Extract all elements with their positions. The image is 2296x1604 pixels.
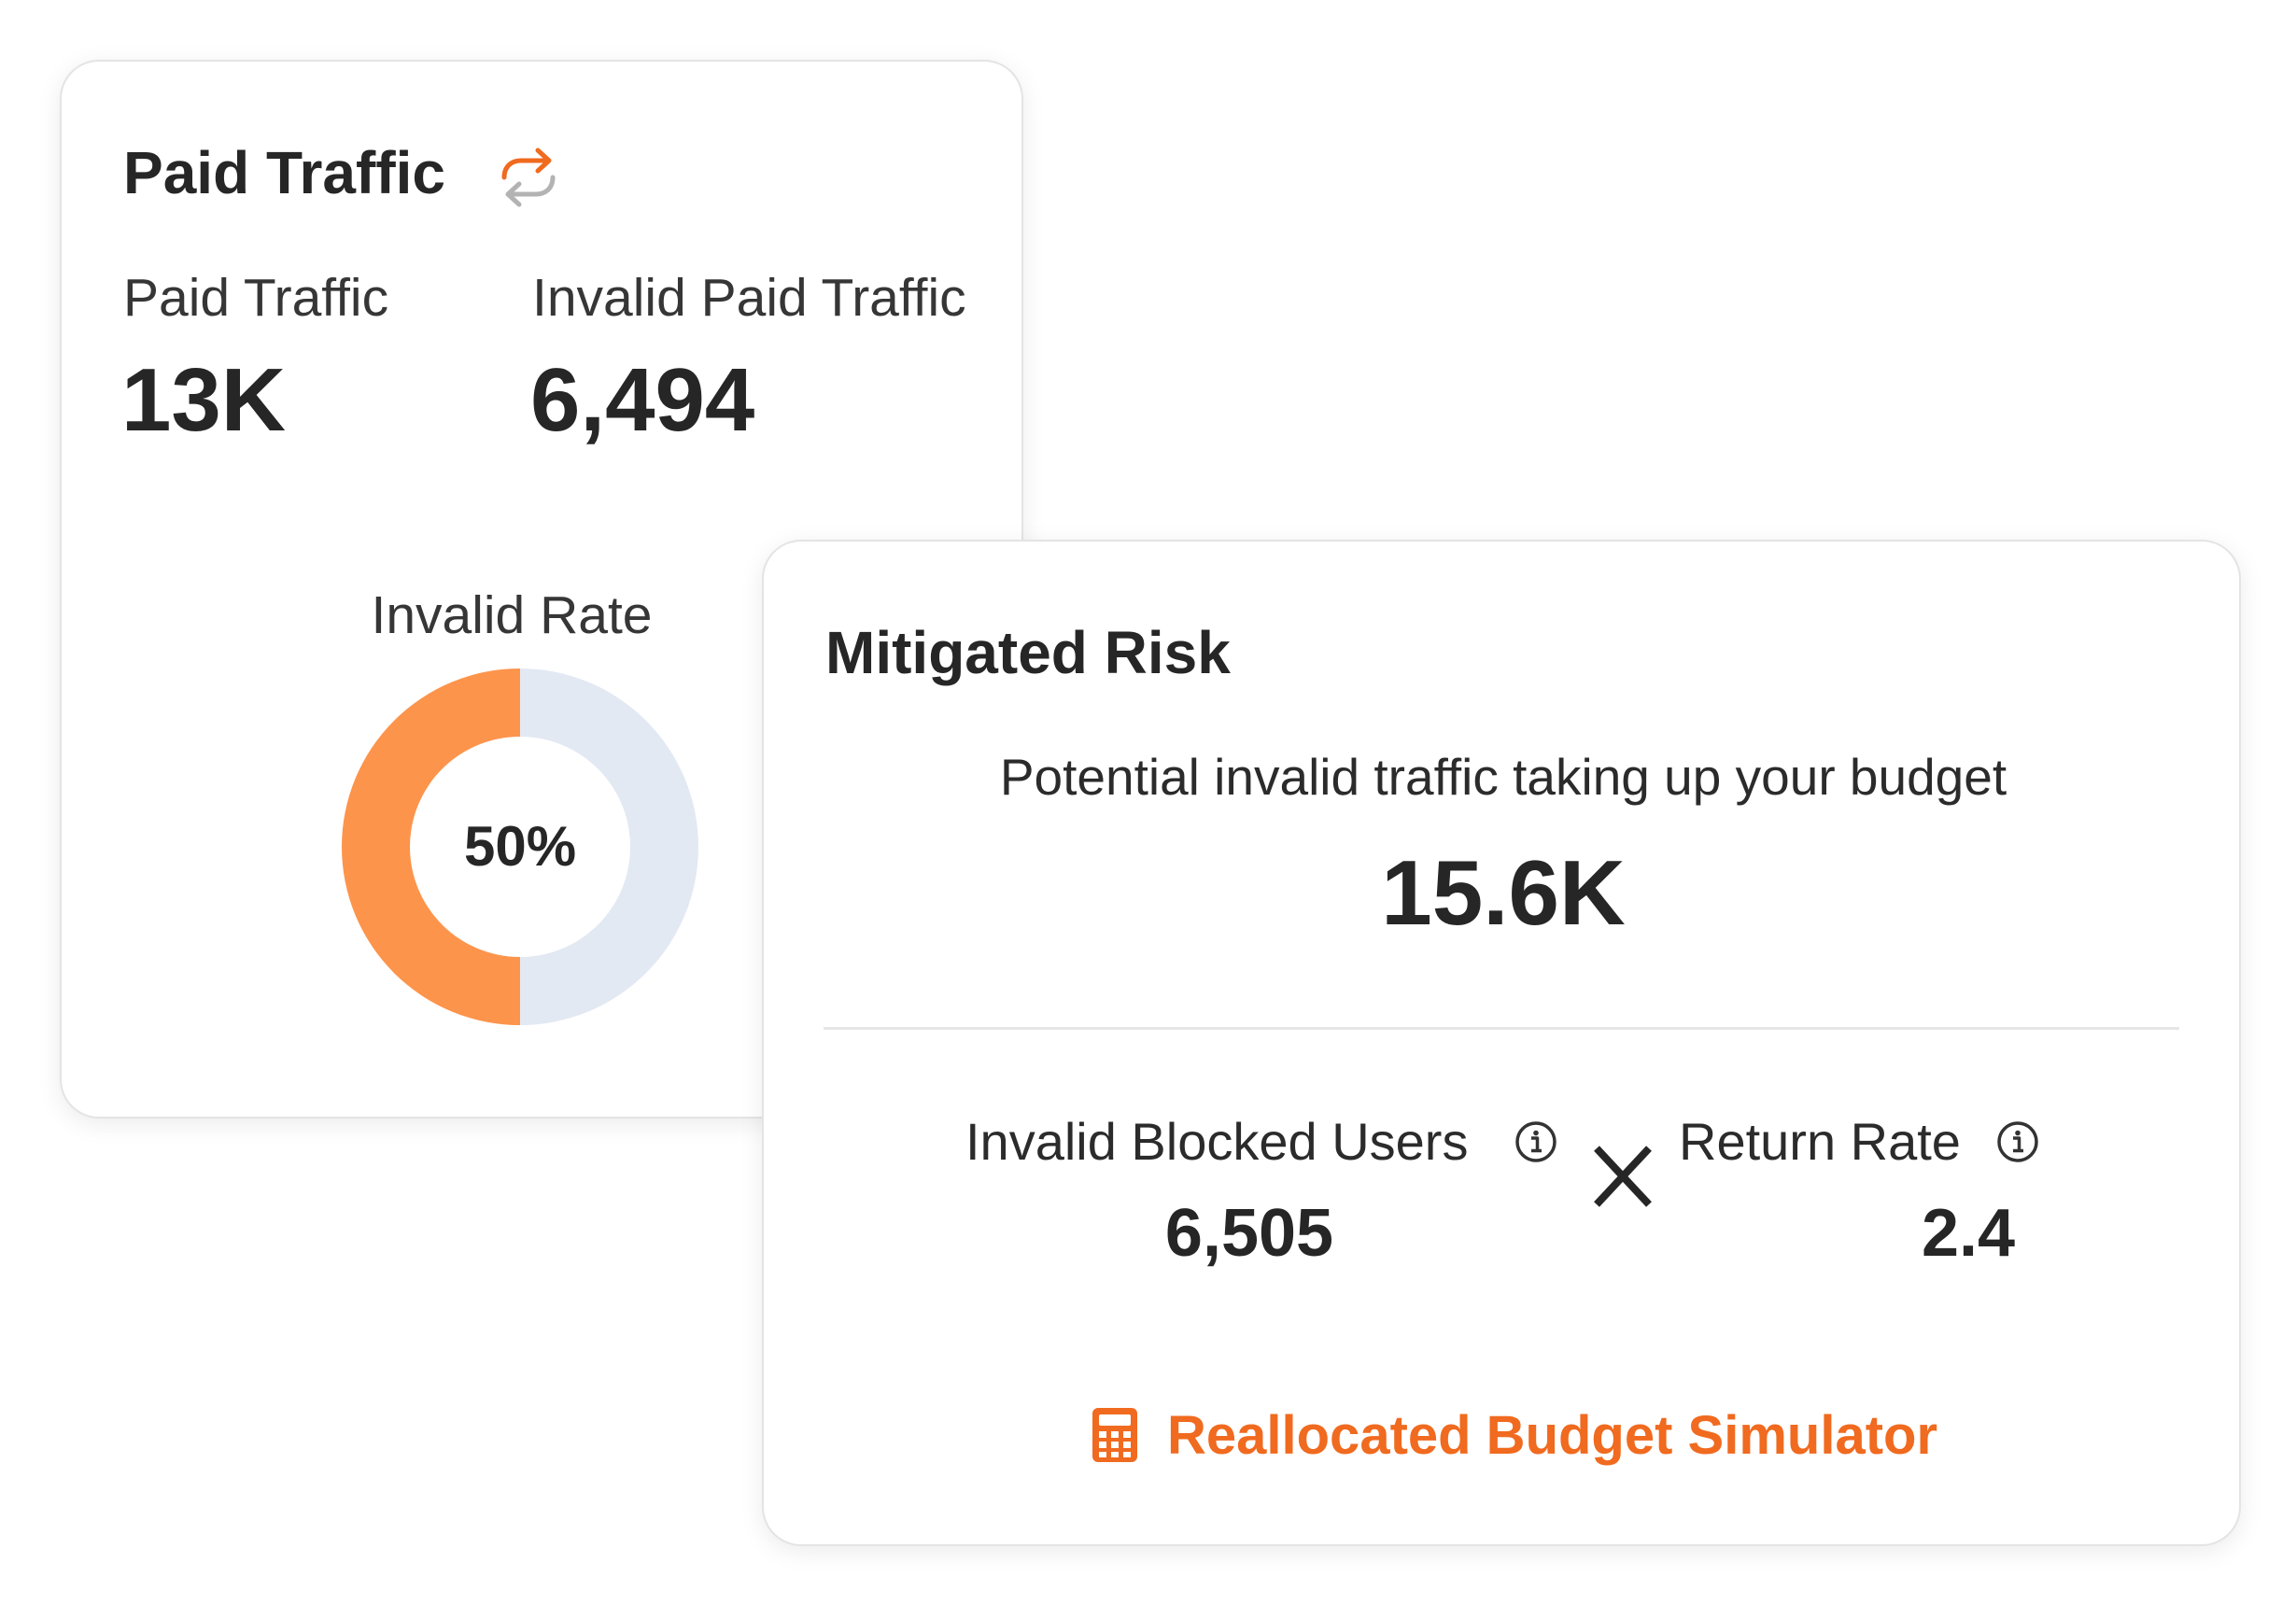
reallocated-budget-simulator-button[interactable]: Reallocated Budget Simulator [1091,1402,1937,1468]
return-rate-value: 2.4 [1921,1196,2016,1271]
multiply-icon [1594,1146,1652,1207]
paid-traffic-value: 13K [121,350,287,450]
mitigated-risk-value: 15.6K [1381,841,1626,944]
calculator-icon [1092,1408,1137,1462]
info-icon[interactable] [1994,1119,2041,1165]
paid-traffic-title: Paid Traffic [123,139,445,206]
mitigated-risk-card: Mitigated Risk Potential invalid traffic… [762,540,2241,1546]
mitigated-risk-description: Potential invalid traffic taking up your… [999,748,2007,806]
info-icon[interactable] [1513,1119,1559,1165]
invalid-rate-percent: 50% [463,815,577,878]
invalid-blocked-users-value: 6,505 [1164,1196,1334,1271]
invalid-paid-traffic-value: 6,494 [530,350,755,450]
refresh-icon[interactable] [491,140,566,215]
mitigated-risk-title: Mitigated Risk [825,619,1231,686]
invalid-paid-traffic-label: Invalid Paid Traffic [532,268,966,328]
simulator-label: Reallocated Budget Simulator [1167,1404,1938,1466]
return-rate-label: Return Rate [1679,1112,1961,1171]
invalid-blocked-users-label: Invalid Blocked Users [965,1112,1469,1171]
divider [824,1027,2179,1030]
paid-traffic-label: Paid Traffic [123,268,389,328]
